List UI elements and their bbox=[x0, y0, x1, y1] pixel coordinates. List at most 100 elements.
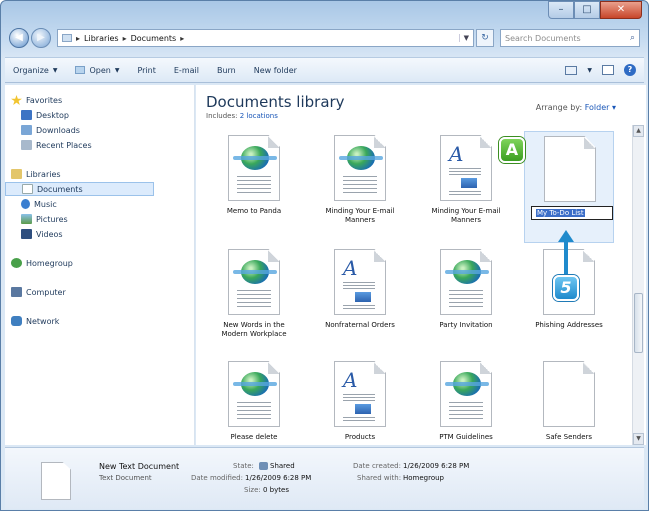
locations-link[interactable]: 2 locations bbox=[240, 112, 278, 120]
scroll-down-icon[interactable]: ▼ bbox=[633, 433, 644, 445]
word-document-icon: A bbox=[334, 249, 386, 315]
web-document-icon bbox=[440, 249, 492, 315]
file-item[interactable]: A Minding Your E-mail Manners bbox=[421, 131, 511, 243]
arrange-dropdown[interactable]: Folder bbox=[585, 103, 610, 112]
downloads-icon bbox=[21, 125, 32, 135]
chevron-right-icon: ▸ bbox=[122, 33, 127, 43]
address-dropdown-icon[interactable]: ▼ bbox=[458, 34, 469, 42]
chevron-right-icon: ▸ bbox=[76, 33, 81, 43]
address-bar[interactable]: ▸ Libraries ▸ Documents ▸ ▼ bbox=[57, 29, 474, 47]
nav-desktop-label: Desktop bbox=[36, 110, 69, 120]
web-document-icon bbox=[228, 361, 280, 427]
open-label: Open bbox=[89, 65, 111, 75]
file-item[interactable]: Party Invitation bbox=[421, 245, 511, 357]
print-button[interactable]: Print bbox=[137, 66, 155, 75]
nav-videos-label: Videos bbox=[36, 229, 63, 239]
chevron-right-icon: ▸ bbox=[180, 33, 185, 43]
maximize-button[interactable]: □ bbox=[574, 1, 600, 19]
nav-homegroup-label: Homegroup bbox=[26, 258, 73, 268]
nav-computer-label: Computer bbox=[26, 287, 66, 297]
breadcrumb-documents[interactable]: Documents bbox=[131, 34, 177, 43]
includes-label: Includes: bbox=[206, 112, 238, 120]
scroll-up-icon[interactable]: ▲ bbox=[633, 125, 644, 137]
library-includes: Includes: 2 locations bbox=[206, 112, 278, 120]
web-document-icon bbox=[334, 135, 386, 201]
burn-button[interactable]: Burn bbox=[217, 66, 236, 75]
desktop-icon bbox=[21, 110, 32, 120]
nav-libraries-label: Libraries bbox=[26, 169, 61, 179]
open-button[interactable]: Open ▼ bbox=[75, 66, 119, 75]
details-file-name: New Text Document bbox=[99, 462, 180, 471]
file-name: Party Invitation bbox=[439, 321, 493, 329]
search-input[interactable]: Search Documents ⌕ bbox=[500, 29, 640, 47]
file-item[interactable]: Phishing Addresses bbox=[524, 245, 614, 357]
arrange-by: Arrange by: Folder ▾ bbox=[536, 103, 616, 112]
rename-input[interactable]: My To-Do List bbox=[531, 206, 613, 220]
preview-pane-icon[interactable] bbox=[602, 65, 614, 75]
scroll-thumb[interactable] bbox=[634, 293, 643, 353]
search-icon: ⌕ bbox=[629, 33, 635, 43]
chevron-down-icon[interactable]: ▼ bbox=[587, 67, 592, 74]
nav-music-label: Music bbox=[34, 199, 57, 209]
videos-icon bbox=[21, 229, 32, 239]
nav-videos[interactable]: Videos bbox=[5, 227, 194, 241]
library-title: Documents library bbox=[206, 93, 345, 111]
forward-button[interactable]: ▶ bbox=[31, 28, 51, 48]
back-button[interactable]: ◀ bbox=[9, 28, 29, 48]
libraries-icon bbox=[11, 169, 22, 179]
nav-network[interactable]: Network bbox=[5, 314, 194, 328]
recent-places-icon bbox=[21, 140, 32, 150]
nav-pictures[interactable]: Pictures bbox=[5, 212, 194, 226]
minimize-button[interactable]: – bbox=[548, 1, 574, 19]
breadcrumb-libraries[interactable]: Libraries bbox=[84, 34, 119, 43]
nav-computer[interactable]: Computer bbox=[5, 285, 194, 299]
search-placeholder: Search Documents bbox=[505, 33, 581, 43]
vertical-scrollbar[interactable]: ▲ ▼ bbox=[632, 125, 644, 445]
nav-network-label: Network bbox=[26, 316, 60, 326]
callout-a-badge: A bbox=[499, 137, 525, 163]
web-document-icon bbox=[440, 361, 492, 427]
nav-favorites-label: Favorites bbox=[26, 95, 63, 105]
file-item[interactable]: A Nonfraternal Orders bbox=[315, 245, 405, 357]
organize-button[interactable]: Organize ▼ bbox=[13, 66, 57, 75]
chevron-down-icon[interactable]: ▾ bbox=[612, 103, 616, 112]
file-item[interactable]: Memo to Panda bbox=[209, 131, 299, 243]
details-file-type: Text Document bbox=[99, 474, 152, 482]
text-document-icon bbox=[41, 462, 71, 500]
nav-documents-label: Documents bbox=[37, 184, 83, 194]
notepad-icon bbox=[75, 66, 86, 74]
documents-icon bbox=[22, 184, 33, 194]
text-document-icon bbox=[543, 361, 595, 427]
file-item[interactable]: My To-Do List bbox=[524, 131, 614, 243]
created-value: 1/26/2009 6:28 PM bbox=[403, 462, 470, 470]
change-view-icon[interactable] bbox=[565, 65, 578, 75]
caption-buttons: – □ ✕ bbox=[548, 1, 642, 19]
new-folder-button[interactable]: New folder bbox=[254, 66, 297, 75]
state-value: Shared bbox=[259, 462, 295, 470]
size-value: 0 bytes bbox=[263, 486, 289, 494]
shared-with-label: Shared with: bbox=[357, 474, 402, 482]
file-name: Memo to Panda bbox=[226, 207, 282, 215]
music-icon bbox=[21, 199, 30, 209]
nav-documents[interactable]: Documents bbox=[5, 182, 154, 196]
nav-homegroup[interactable]: Homegroup bbox=[5, 256, 194, 270]
nav-recent-places[interactable]: Recent Places bbox=[5, 138, 194, 152]
help-icon[interactable]: ? bbox=[624, 64, 636, 76]
nav-downloads[interactable]: Downloads bbox=[5, 123, 194, 137]
web-document-icon bbox=[228, 135, 280, 201]
nav-desktop[interactable]: Desktop bbox=[5, 108, 194, 122]
state-label: State: bbox=[233, 462, 254, 470]
file-name: Minding Your E-mail Manners bbox=[325, 207, 395, 224]
close-button[interactable]: ✕ bbox=[600, 1, 642, 19]
email-button[interactable]: E-mail bbox=[174, 66, 199, 75]
file-item[interactable]: New Words in the Modern Workplace bbox=[209, 245, 299, 357]
shared-with-value: Homegroup bbox=[403, 474, 445, 482]
web-document-icon bbox=[228, 249, 280, 315]
nav-music[interactable]: Music bbox=[5, 197, 194, 211]
homegroup-icon bbox=[11, 258, 22, 268]
organize-label: Organize bbox=[13, 65, 49, 75]
nav-favorites[interactable]: Favorites bbox=[5, 93, 194, 107]
nav-libraries[interactable]: Libraries bbox=[5, 167, 194, 181]
file-item[interactable]: Minding Your E-mail Manners bbox=[315, 131, 405, 243]
refresh-button[interactable]: ↻ bbox=[476, 29, 494, 47]
